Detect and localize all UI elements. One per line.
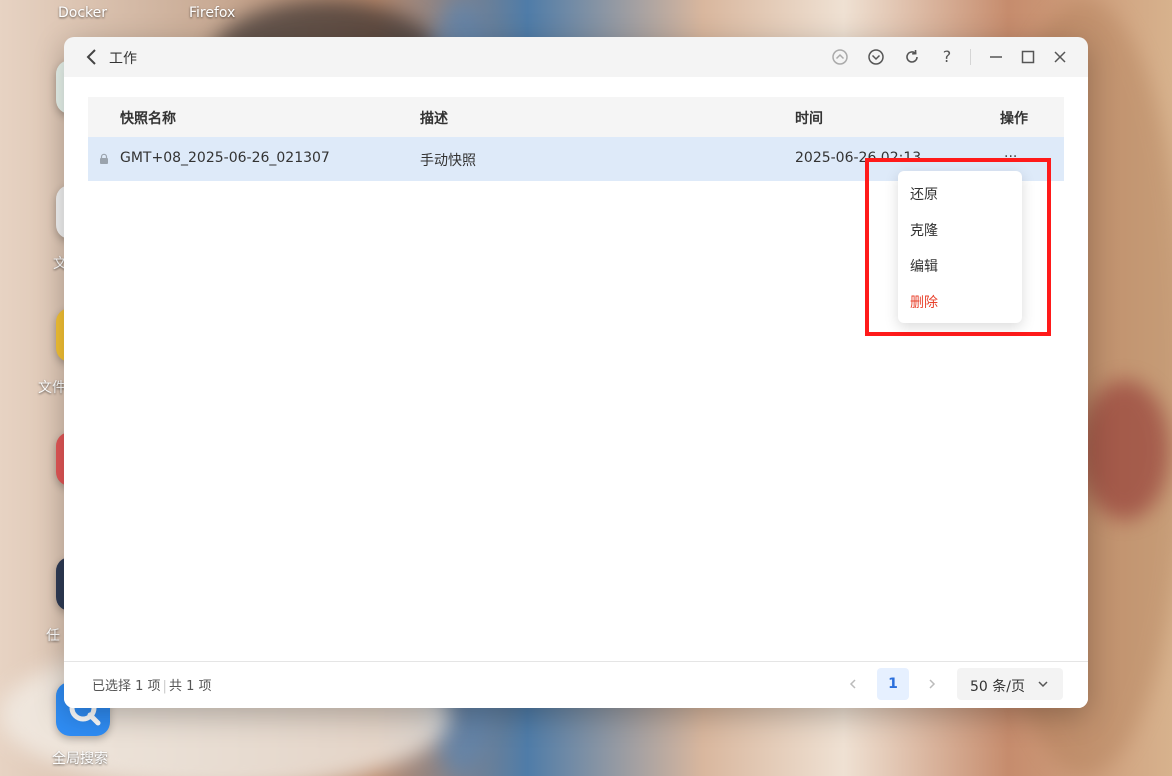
snapshot-description: 手动快照 xyxy=(420,153,476,169)
scroll-down-icon[interactable] xyxy=(866,47,886,67)
snapshot-window: 工作 ? 快照名称 描述 时间 操作 GMT+08_2025-06-26_021… xyxy=(64,37,1088,708)
desktop-label-firefox[interactable]: Firefox xyxy=(189,5,235,21)
next-page-icon[interactable] xyxy=(923,674,941,694)
column-header-description[interactable]: 描述 xyxy=(420,108,448,128)
lock-icon xyxy=(100,153,108,164)
menu-item-delete[interactable]: 删除 xyxy=(910,292,938,312)
refresh-icon[interactable] xyxy=(902,47,922,67)
window-title: 工作 xyxy=(109,51,137,67)
wallpaper-shape xyxy=(1080,380,1170,520)
column-header-actions: 操作 xyxy=(1000,111,1028,127)
desktop-label-files[interactable]: 文件 xyxy=(38,377,66,397)
snapshot-name: GMT+08_2025-06-26_021307 xyxy=(120,150,330,166)
page-size-value: 50 条/页 xyxy=(970,679,1025,695)
status-divider: | xyxy=(162,679,167,694)
desktop-label-docker[interactable]: Docker xyxy=(58,5,107,21)
previous-page-icon[interactable] xyxy=(844,674,862,694)
current-page-button[interactable]: 1 xyxy=(877,668,909,700)
selection-status: 已选择 1 项 | 共 1 项 xyxy=(92,675,211,694)
help-icon[interactable]: ? xyxy=(937,47,957,67)
total-count: 共 1 项 xyxy=(168,679,212,694)
back-icon[interactable] xyxy=(84,47,100,67)
column-header-name[interactable]: 快照名称 xyxy=(120,108,176,128)
toolbar-divider xyxy=(970,49,971,65)
selected-count: 已选择 1 项 xyxy=(92,679,161,694)
table-header: 快照名称 描述 时间 操作 xyxy=(88,97,1064,137)
maximize-icon[interactable] xyxy=(1018,47,1038,67)
minimize-icon[interactable] xyxy=(986,47,1006,67)
close-icon[interactable] xyxy=(1050,47,1070,67)
page-size-select[interactable]: 50 条/页 xyxy=(957,668,1063,700)
window-content: 快照名称 描述 时间 操作 GMT+08_2025-06-26_021307 手… xyxy=(64,77,1088,708)
menu-item-clone[interactable]: 克隆 xyxy=(910,220,938,240)
chevron-down-icon xyxy=(1038,681,1048,688)
menu-item-edit[interactable]: 编辑 xyxy=(910,256,938,276)
desktop-label-ren[interactable]: 任 xyxy=(46,625,60,645)
row-actions-menu: 还原 克隆 编辑 删除 xyxy=(898,171,1022,323)
scroll-up-icon[interactable] xyxy=(830,47,850,67)
table-footer: 已选择 1 项 | 共 1 项 1 50 条/页 xyxy=(64,661,1088,708)
desktop-label-search[interactable]: 全局搜索 xyxy=(52,748,108,768)
window-titlebar: 工作 ? xyxy=(64,37,1088,77)
column-header-time[interactable]: 时间 xyxy=(795,108,823,128)
menu-item-restore[interactable]: 还原 xyxy=(910,184,938,204)
